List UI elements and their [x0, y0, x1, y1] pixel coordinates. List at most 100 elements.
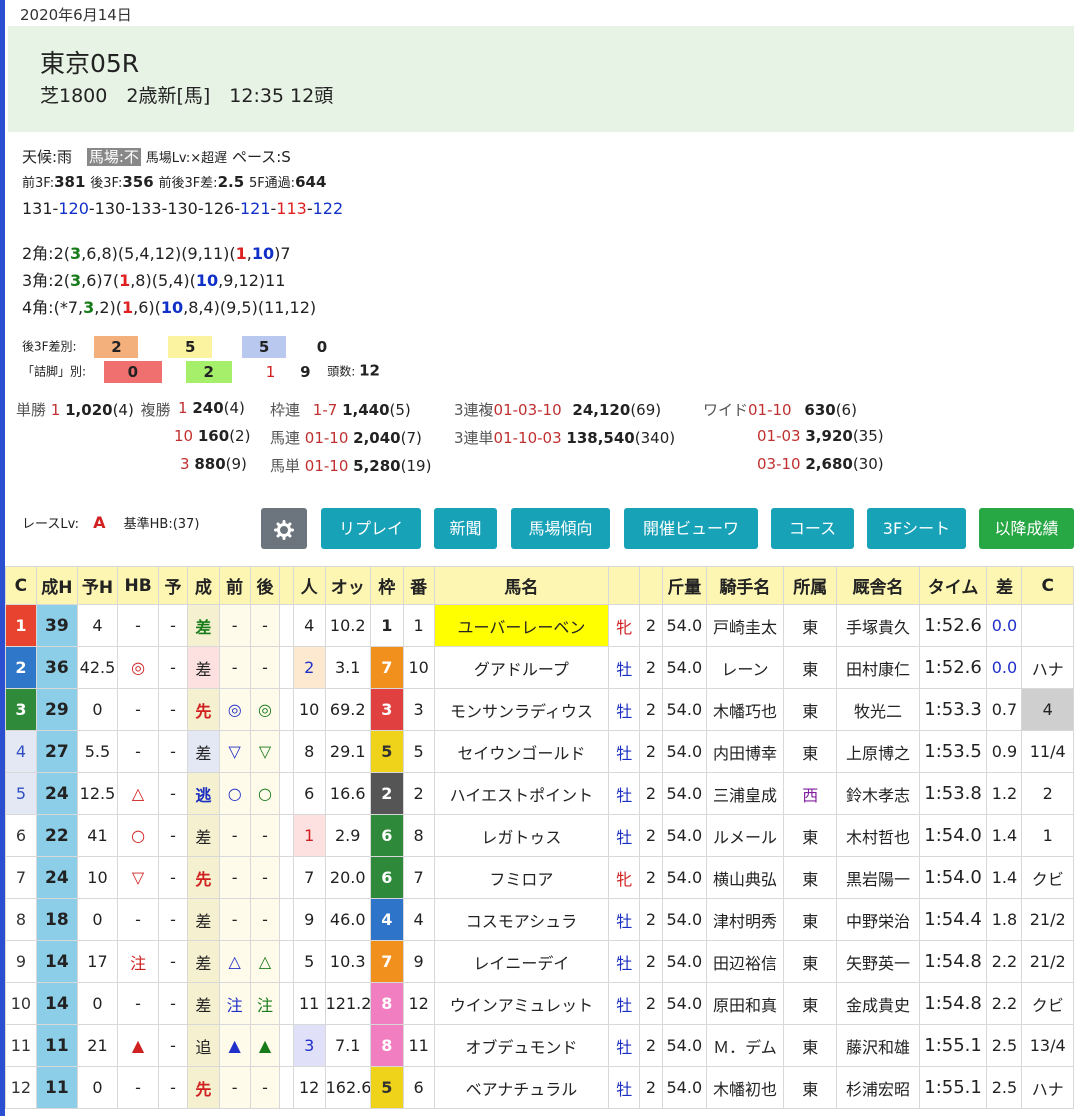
trainer-name[interactable]: 木村哲也	[836, 814, 920, 857]
refresh-icon[interactable]: C	[5, 566, 37, 605]
column-header: 斤量	[661, 566, 707, 605]
popularity: 8	[292, 730, 326, 773]
horse-name[interactable]: フミロア	[433, 856, 610, 899]
popularity: 5	[292, 940, 326, 983]
pred-mark: -	[158, 604, 188, 647]
wakuren-label: 枠連	[270, 401, 301, 419]
refresh-icon[interactable]: C	[1021, 566, 1074, 605]
column-header	[608, 566, 641, 605]
fukusho-pay: 240	[192, 399, 224, 417]
horse-number: 4	[402, 898, 435, 941]
jockey-name[interactable]: 三浦皇成	[705, 772, 784, 815]
table-row[interactable]: 11 11 21 ▲ - 追 ▲ ▲ 3 7.1 8 11 オブデュモンド牡 2 54.0 Ｍ．デム東藤沢和雄…	[5, 1024, 1074, 1067]
weight-carried: 54.0	[661, 814, 707, 857]
horse-name[interactable]: モンサンラディウス	[433, 688, 610, 731]
trainer-name[interactable]: 黒岩陽一	[836, 856, 920, 899]
replay-button[interactable]: リプレイ	[321, 508, 421, 549]
table-row[interactable]: 7 24 10 ▽ - 先 - -7 20.0 6 7 フミロア牝 2 54.0 横山典弘東黒岩陽一 1:54…	[5, 856, 1074, 899]
horse-name[interactable]: セイウンゴールド	[433, 730, 610, 773]
lap-time: 130	[167, 199, 198, 218]
horse-name[interactable]: レイニーデイ	[433, 940, 610, 983]
horse-name[interactable]: ベアナチュラル	[433, 1066, 610, 1109]
fukusho-pop: (2)	[229, 427, 251, 445]
finish-time: 1:54.8	[918, 940, 988, 983]
horse-sex: 牡	[608, 982, 641, 1025]
table-row[interactable]: 9 14 17 注 - 差 △ △ 5 10.3 7 9 レイニーデイ牡 2 54.0 田辺裕信東矢野英一 1:…	[5, 940, 1074, 983]
fukusho-num: 1	[178, 399, 188, 417]
meeting-viewer-button[interactable]: 開催ビューワ	[624, 508, 758, 549]
jockey-name[interactable]: 横山典弘	[705, 856, 784, 899]
track-trend-button[interactable]: 馬場傾向	[511, 508, 610, 549]
trainer-name[interactable]: 上原博之	[836, 730, 920, 773]
trainer-name[interactable]: 鈴木孝志	[836, 772, 920, 815]
trainer-name[interactable]: 牧光二	[836, 688, 920, 731]
horse-number: 6	[402, 1066, 435, 1109]
horse-number: 2	[402, 772, 435, 815]
jockey-name[interactable]: 木幡巧也	[705, 688, 784, 731]
hb-mark: -	[117, 604, 160, 647]
fukusho-num: 10	[174, 427, 194, 445]
table-row[interactable]: 6 22 41 ○ - 差 - -1 2.9 6 8 レガトゥス牡 2 54.0 ルメール東木村哲也 1:54…	[5, 814, 1074, 857]
waku-number: 5	[369, 730, 404, 773]
horse-name[interactable]: ハイエストポイント	[433, 772, 610, 815]
settings-button[interactable]	[261, 508, 307, 549]
waku-number: 6	[369, 814, 404, 857]
jockey-name[interactable]: 原田和真	[705, 982, 784, 1025]
table-row[interactable]: 3 29 0- - 先 ◎ ◎ 10 69.2 3 3 モンサンラディウス牡 2 54.0 木幡巧也東牧光二…	[5, 688, 1074, 731]
waku-number: 2	[369, 772, 404, 815]
jockey-name[interactable]: 田辺裕信	[705, 940, 784, 983]
jockey-name[interactable]: 津村明秀	[705, 898, 784, 941]
table-row[interactable]: 2 36 42.5 ◎ - 差 - -2 3.1 7 10 グアドループ牡 2 54.0 レーン東田村康仁 1…	[5, 646, 1074, 689]
column-header: タイム	[918, 566, 988, 605]
jockey-name[interactable]: レーン	[705, 646, 784, 689]
umatan-label: 馬単	[270, 457, 301, 475]
jockey-name[interactable]: Ｍ．デム	[705, 1024, 784, 1067]
trainer-name[interactable]: 中野栄治	[836, 898, 920, 941]
pred-mark: -	[158, 856, 188, 899]
horse-name[interactable]: オブデュモンド	[433, 1024, 610, 1067]
horse-name[interactable]: グアドループ	[433, 646, 610, 689]
horse-name[interactable]: コスモアシュラ	[433, 898, 610, 941]
wide-2: 01-03 3,920(35)	[757, 427, 884, 445]
jockey-name[interactable]: 木幡初也	[705, 1066, 784, 1109]
horse-name[interactable]: レガトゥス	[433, 814, 610, 857]
jockey-name[interactable]: 戸崎圭太	[705, 604, 784, 647]
affiliation: 東	[782, 814, 838, 857]
lap-time: 122	[312, 199, 344, 218]
3f-sheet-button[interactable]: 3Fシート	[867, 508, 966, 549]
track-level: 馬場Lv:×超遅	[145, 151, 228, 166]
margin: 21/2	[1021, 940, 1074, 983]
trainer-name[interactable]: 田村康仁	[836, 646, 920, 689]
column-header: 前	[218, 566, 251, 605]
trainer-name[interactable]: 手塚貴久	[836, 604, 920, 647]
finish-rank: 7	[5, 856, 37, 899]
table-row[interactable]: 5 24 12.5 △ - 逃 ○ ○ 6 16.6 2 2 ハイエストポイント牡 2 54.0 三浦皇成西鈴…	[5, 772, 1074, 815]
table-row[interactable]: 10 14 0- - 差注注 11 121.2 8 12 ウインアミュレット牡 2 54.0 原田和真東…	[5, 982, 1074, 1025]
table-row[interactable]: 8 18 0- - 差 - -9 46.0 4 4 コスモアシュラ牡 2 54.0 津村明秀東中野栄治 1:…	[5, 898, 1074, 941]
pred-h: 0	[76, 982, 119, 1025]
time-diff: 0.9	[986, 730, 1023, 773]
table-row[interactable]: 1 39 4- - 差 - -4 10.2 1 1 ユーバーレーベン牝 2 54.0 戸崎圭太東手塚貴久 1…	[5, 604, 1074, 647]
jockey-name[interactable]: ルメール	[705, 814, 784, 857]
trainer-name[interactable]: 杉浦宏昭	[836, 1066, 920, 1109]
hb-mark: -	[117, 730, 160, 773]
news-button[interactable]: 新聞	[434, 508, 497, 549]
horse-name[interactable]: ウインアミュレット	[433, 982, 610, 1025]
sanrenpuku-num: 01-03-10	[493, 401, 562, 419]
trainer-name[interactable]: 矢野英一	[836, 940, 920, 983]
horse-name[interactable]: ユーバーレーベン	[433, 604, 610, 647]
column-header: 厩舎名	[836, 566, 920, 605]
table-row[interactable]: 4 27 5.5- - 差 ▽ ▽ 8 29.1 5 5 セイウンゴールド牡 2 54.0 内田博幸東上原博…	[5, 730, 1074, 773]
course-button[interactable]: コース	[771, 508, 854, 549]
jockey-name[interactable]: 内田博幸	[705, 730, 784, 773]
pred-h: 0	[76, 1066, 119, 1109]
later-results-button[interactable]: 以降成績	[979, 508, 1074, 549]
diff-row-2: 「詰脚」別: 0 2 1 9 頭数: 12	[22, 361, 380, 383]
trainer-name[interactable]: 藤沢和雄	[836, 1024, 920, 1067]
column-header: 予	[158, 566, 188, 605]
table-row[interactable]: 12 11 0- - 先 - -12 162.6 5 6 ベアナチュラル牡 2 54.0 木幡初也東杉浦宏…	[5, 1066, 1074, 1109]
f5-value: 644	[295, 173, 327, 191]
trainer-name[interactable]: 金成貴史	[836, 982, 920, 1025]
pace: ペース:S	[231, 148, 291, 166]
affiliation: 東	[782, 940, 838, 983]
